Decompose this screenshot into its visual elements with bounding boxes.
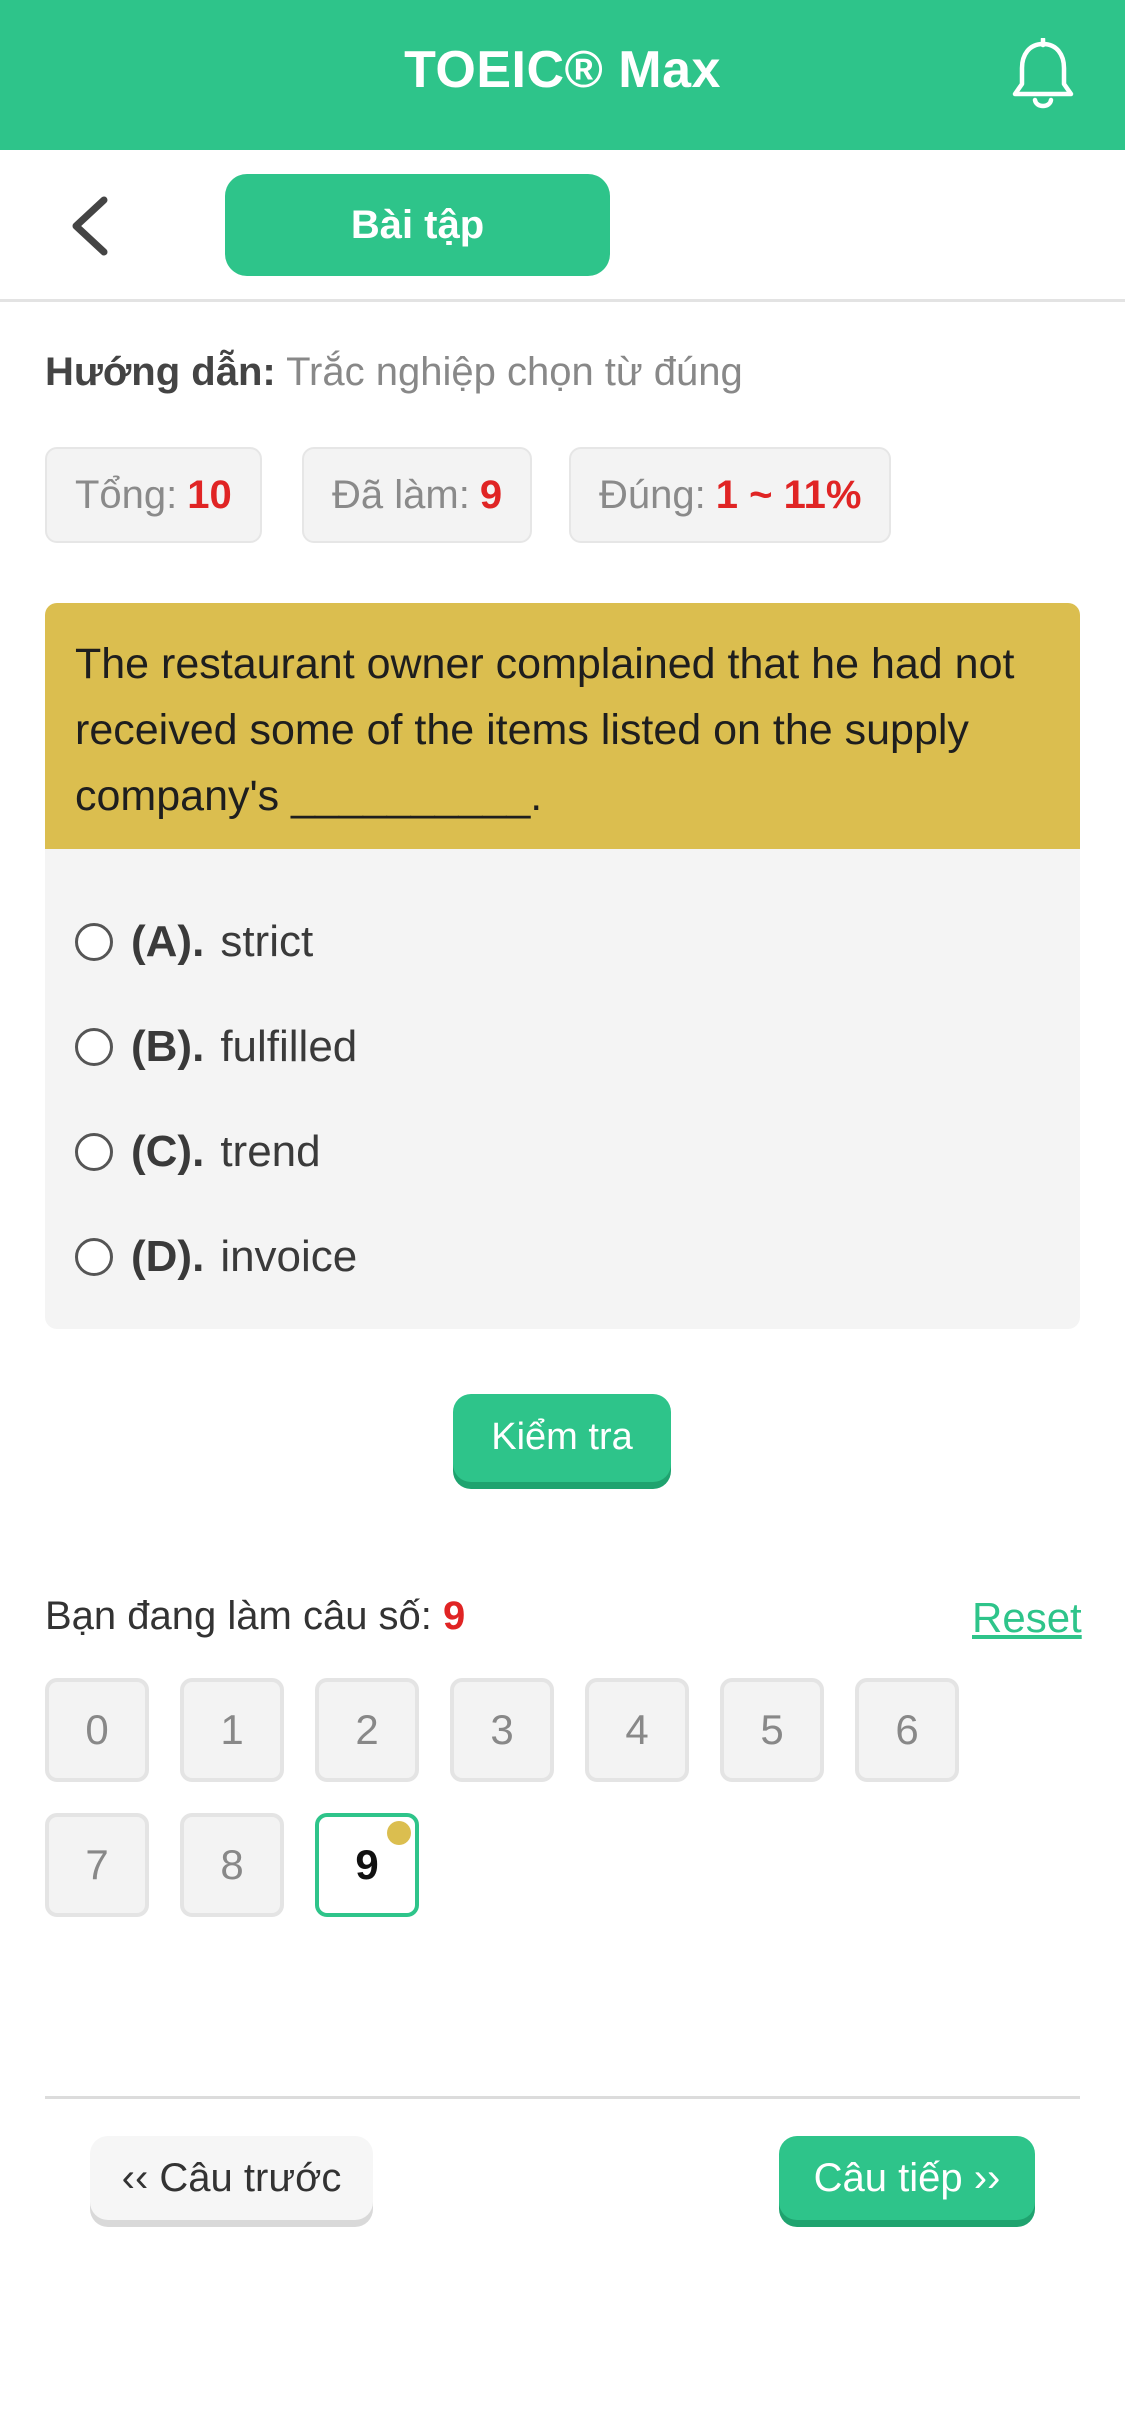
stat-total-label: Tổng: <box>75 473 178 517</box>
question-number-button[interactable]: 5 <box>720 1678 824 1782</box>
option-text: trend <box>220 1127 321 1176</box>
instructions: Hướng dẫn: Trắc nghiệp chọn từ đúng <box>45 350 743 395</box>
stat-total-value: 10 <box>187 473 232 517</box>
option-c[interactable]: (C). trend <box>75 1122 321 1182</box>
question-number-button[interactable]: 3 <box>450 1678 554 1782</box>
question-number-button[interactable]: 1 <box>180 1678 284 1782</box>
radio-icon[interactable] <box>75 1133 113 1171</box>
current-question-indicator: Bạn đang làm câu số: 9 <box>45 1594 465 1639</box>
question-number-button-current[interactable]: 9 <box>315 1813 419 1917</box>
option-letter: (D). <box>131 1232 205 1281</box>
next-question-button[interactable]: Câu tiếp ›› <box>779 2136 1035 2220</box>
stat-done-label: Đã làm: <box>332 473 470 517</box>
previous-question-button[interactable]: ‹‹ Câu trước <box>90 2136 373 2220</box>
answered-dot-icon <box>387 1821 411 1845</box>
answer-options: (A). strict (B). fulfilled (C). trend (D… <box>45 849 1080 1329</box>
bell-icon[interactable] <box>1010 38 1076 112</box>
option-letter: (A). <box>131 917 205 966</box>
reset-link[interactable]: Reset <box>972 1594 1082 1642</box>
question-number-button[interactable]: 8 <box>180 1813 284 1917</box>
stat-correct: Đúng: 1 ~ 11% <box>569 447 892 543</box>
question-number-button[interactable]: 7 <box>45 1813 149 1917</box>
radio-icon[interactable] <box>75 923 113 961</box>
option-a[interactable]: (A). strict <box>75 912 313 972</box>
option-b[interactable]: (B). fulfilled <box>75 1017 357 1077</box>
current-question-label: Bạn đang làm câu số: <box>45 1594 432 1638</box>
radio-icon[interactable] <box>75 1238 113 1276</box>
stat-correct-value: 1 ~ 11% <box>715 473 862 517</box>
question-text: The restaurant owner complained that he … <box>45 603 1080 849</box>
instructions-text: Trắc nghiệp chọn từ đúng <box>286 350 743 394</box>
question-number-button[interactable]: 4 <box>585 1678 689 1782</box>
option-letter: (C). <box>131 1127 205 1176</box>
question-number-button[interactable]: 0 <box>45 1678 149 1782</box>
question-number-button[interactable]: 2 <box>315 1678 419 1782</box>
option-d[interactable]: (D). invoice <box>75 1227 357 1287</box>
option-text: fulfilled <box>220 1022 358 1071</box>
chevron-left-icon[interactable] <box>66 194 116 258</box>
question-number-label: 9 <box>355 1841 379 1888</box>
app-title: TOEIC® Max <box>404 41 721 99</box>
app-header: TOEIC® Max <box>0 0 1125 150</box>
option-text: strict <box>220 917 314 966</box>
check-button[interactable]: Kiểm tra <box>453 1394 671 1482</box>
option-letter: (B). <box>131 1022 205 1071</box>
tab-exercises[interactable]: Bài tập <box>225 174 610 276</box>
stat-done-value: 9 <box>479 473 503 517</box>
current-question-number: 9 <box>443 1594 466 1638</box>
question-number-button[interactable]: 6 <box>855 1678 959 1782</box>
instructions-label: Hướng dẫn: <box>45 350 276 394</box>
radio-icon[interactable] <box>75 1028 113 1066</box>
stat-done: Đã làm: 9 <box>302 447 533 543</box>
sub-navigation: Bài tập <box>0 150 1125 302</box>
stat-correct-label: Đúng: <box>599 473 706 517</box>
option-text: invoice <box>220 1232 358 1281</box>
stat-total: Tổng: 10 <box>45 447 262 543</box>
divider <box>45 2096 1080 2099</box>
